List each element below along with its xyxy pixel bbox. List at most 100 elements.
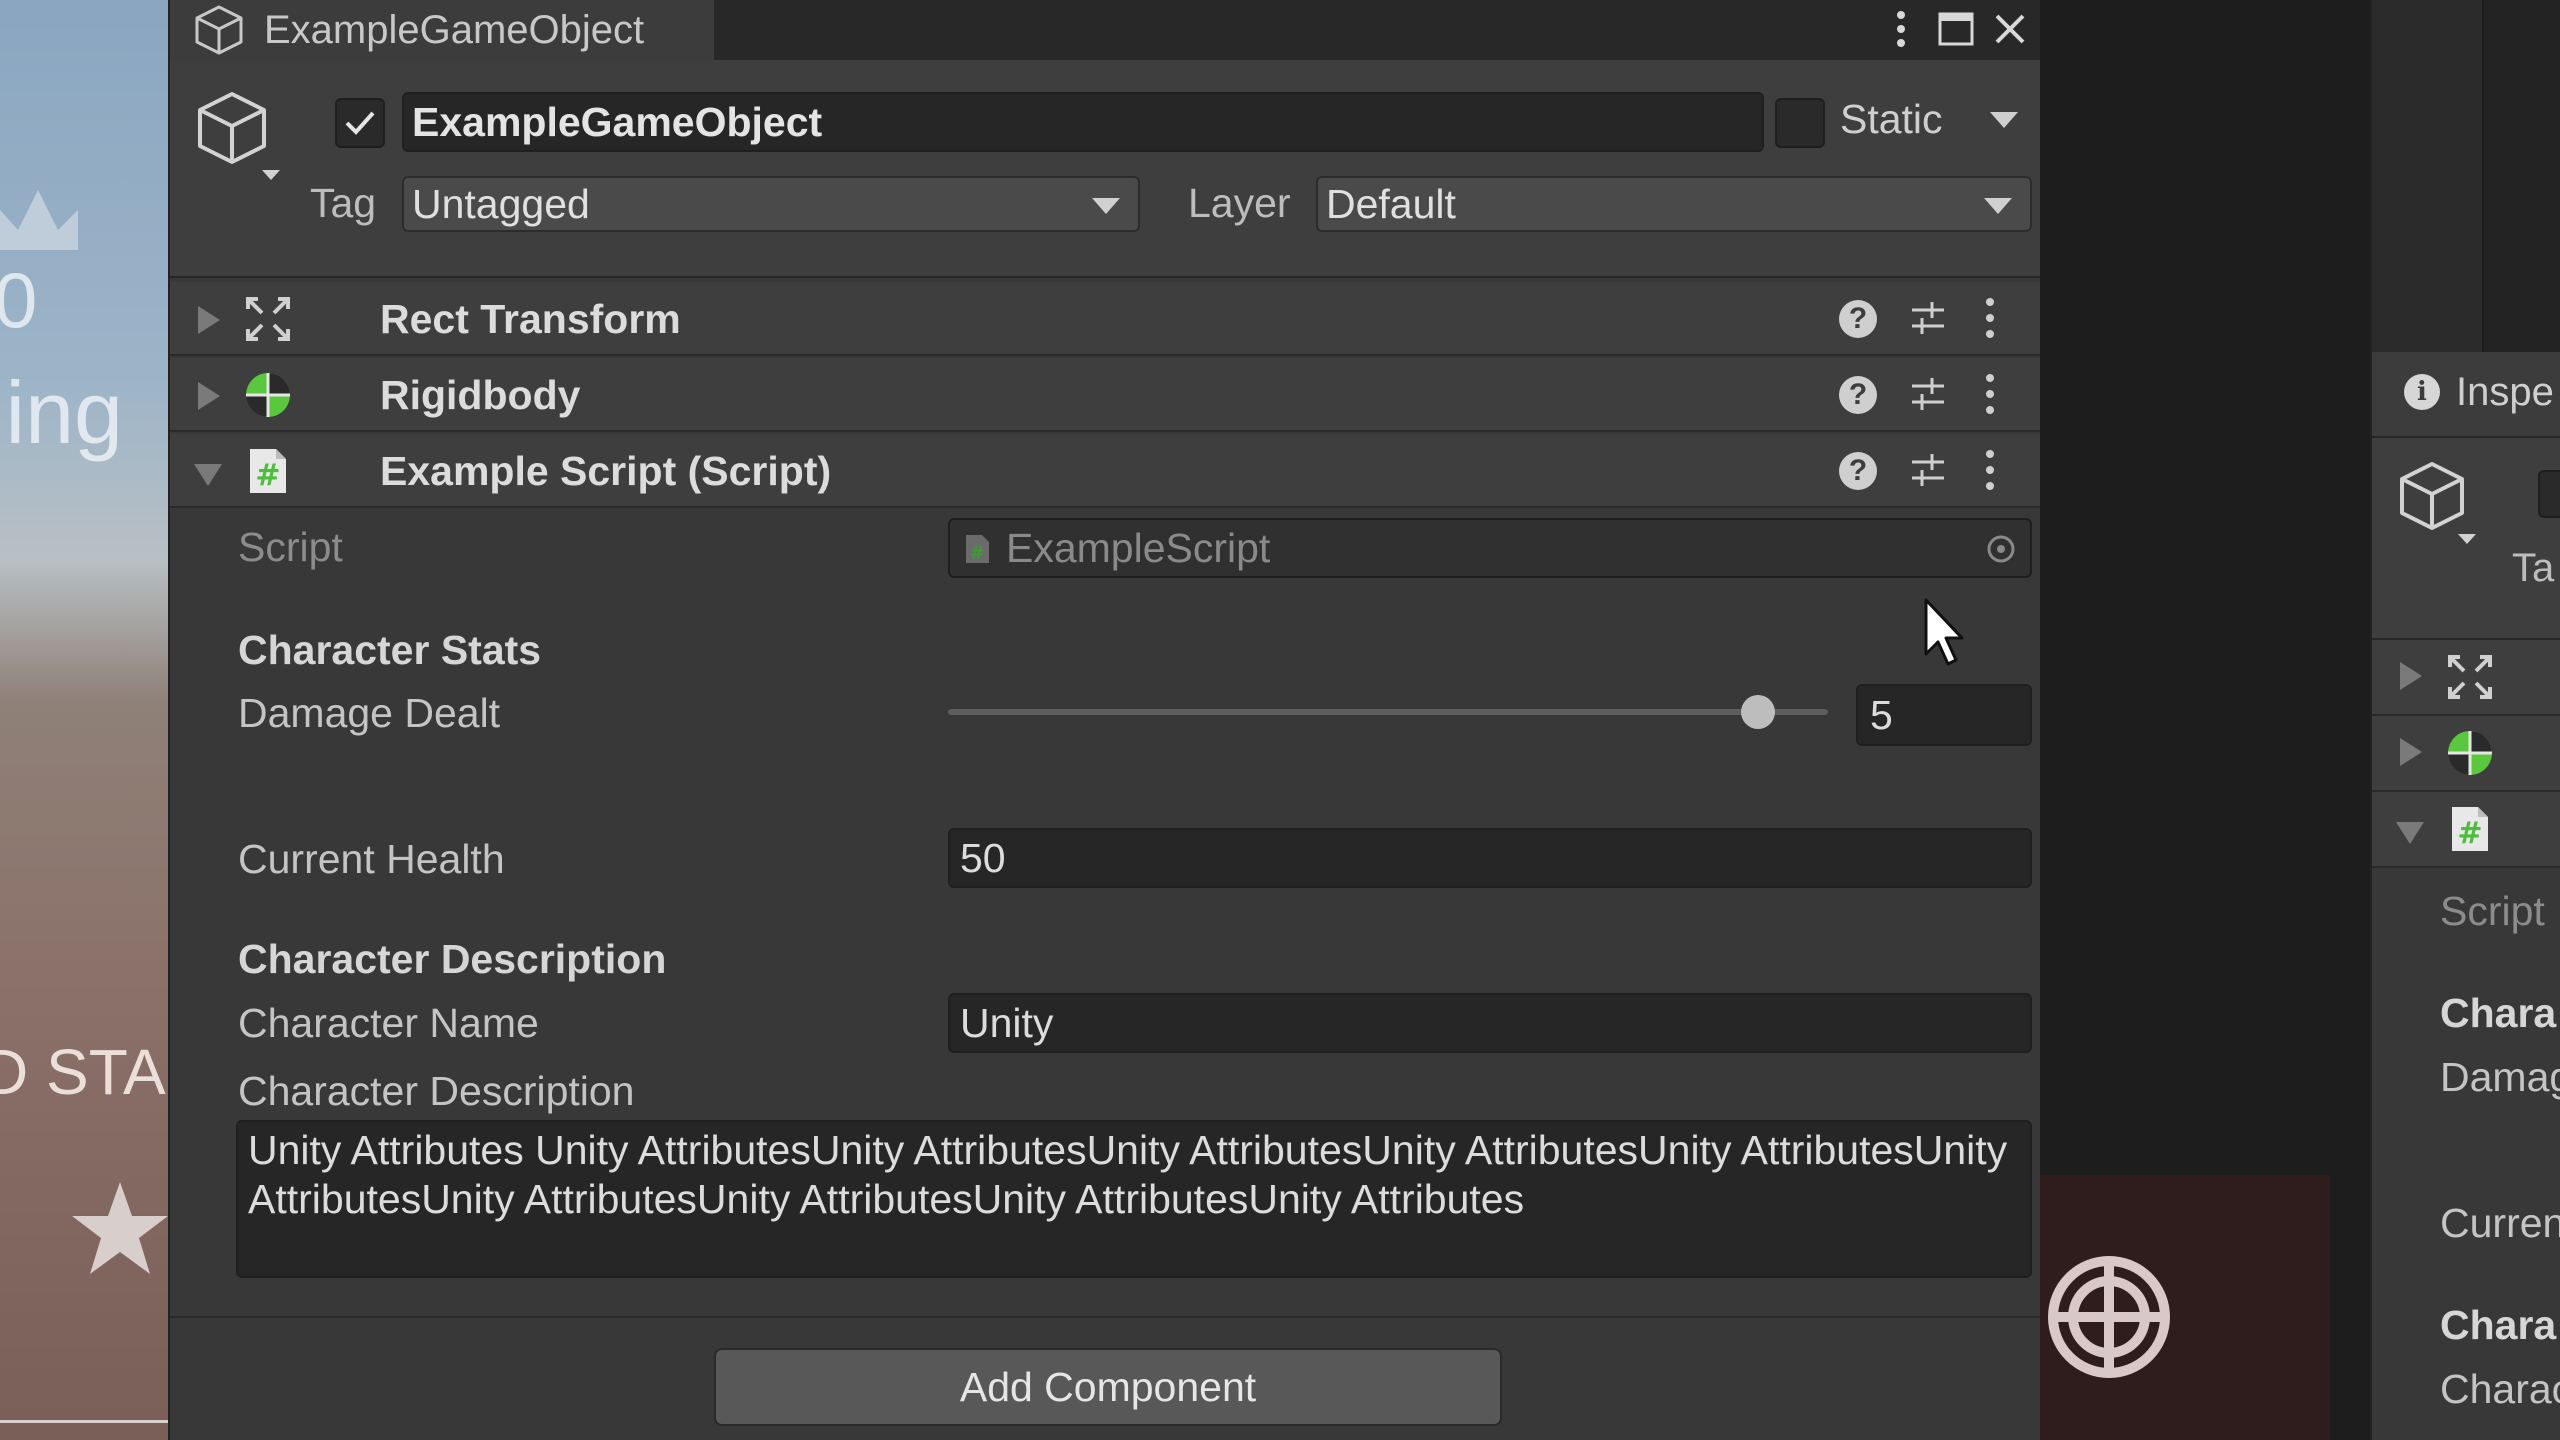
component-example-script[interactable]: # Example Script (Script) ? (170, 434, 2042, 508)
character-name-label: Character Name (238, 1000, 539, 1046)
damage-slider-thumb[interactable] (1740, 695, 1775, 729)
component-example-script-2[interactable]: # (2372, 792, 2560, 868)
tab-inspector[interactable]: ExampleGameObject (170, 0, 714, 60)
damage-slider-track[interactable] (948, 709, 1828, 715)
info-icon: i (2404, 374, 2440, 410)
scene-view-area (2040, 0, 2370, 1440)
chevron-down-icon (1092, 198, 1120, 214)
gameobject-header-2: Ta (2372, 438, 2560, 640)
svg-text:#: # (2457, 816, 2482, 851)
component-rect-transform[interactable]: Rect Transform ? (170, 282, 2042, 356)
tab-inspector-2[interactable]: i Inspe (2372, 352, 2560, 438)
crosshair-gizmo-icon (2048, 1256, 2170, 1378)
second-top-area (2372, 0, 2560, 352)
rect-transform-icon (2448, 655, 2492, 699)
game-text-sta: D STA (0, 1036, 166, 1108)
presets-icon[interactable] (1908, 298, 1948, 338)
character-description-label: Character Description (238, 1068, 635, 1114)
foldout-arrow-icon[interactable] (2400, 738, 2422, 766)
gameobject-icon[interactable] (2394, 458, 2478, 550)
game-text-zero: 0 (0, 256, 38, 344)
object-picker-icon[interactable] (1986, 534, 2016, 564)
section-character-description: Character Description (238, 936, 667, 982)
script-label-2: Script (2440, 888, 2545, 934)
tab-title: ExampleGameObject (264, 7, 645, 52)
layer-label: Layer (1188, 180, 1291, 226)
inspector-window: ExampleGameObject ExampleGameObject Stat… (168, 0, 2042, 1440)
damage-dealt-field[interactable]: 5 (1856, 684, 2032, 746)
help-icon[interactable]: ? (1839, 376, 1877, 414)
game-view-line (0, 1420, 168, 1423)
layer-dropdown[interactable]: Default (1316, 176, 2032, 232)
health-label-2: Curren (2440, 1200, 2560, 1246)
damage-label-2: Damag (2440, 1054, 2560, 1100)
gameobject-cube-icon (195, 5, 243, 55)
tag-label: Tag (310, 180, 377, 226)
component-rect-transform-2[interactable] (2372, 640, 2560, 716)
mouse-cursor-icon (1924, 598, 1964, 666)
script-label: Script (238, 524, 343, 570)
foldout-arrow-icon[interactable] (194, 464, 222, 486)
current-health-field[interactable]: 50 (948, 828, 2032, 888)
gameobject-name-field[interactable]: ExampleGameObject (402, 92, 1764, 152)
name-label-2: Charac (2440, 1366, 2560, 1412)
maximize-icon[interactable] (1934, 6, 1978, 52)
presets-icon[interactable] (1908, 374, 1948, 414)
game-view: 0 ling D STA (0, 0, 168, 1440)
foldout-arrow-icon[interactable] (2396, 822, 2424, 844)
svg-text:#: # (255, 458, 280, 493)
component-menu-icon[interactable] (1980, 296, 2000, 340)
close-icon[interactable] (1988, 6, 2032, 52)
static-checkbox[interactable] (1775, 98, 1825, 148)
more-icon[interactable] (1886, 6, 1916, 52)
current-health-label: Current Health (238, 836, 505, 882)
active-toggle-2[interactable] (2538, 470, 2560, 518)
foldout-arrow-icon[interactable] (2400, 662, 2422, 690)
foldout-arrow-icon[interactable] (198, 306, 220, 334)
rigidbody-icon (2448, 731, 2492, 775)
active-toggle[interactable] (335, 98, 385, 148)
svg-text:#: # (969, 543, 984, 564)
component-rigidbody-2[interactable] (2372, 716, 2560, 792)
help-icon[interactable]: ? (1839, 300, 1877, 338)
script-icon: # (250, 449, 286, 493)
component-menu-icon[interactable] (1980, 372, 2000, 416)
section2-partial-2: Chara (2440, 1302, 2557, 1348)
script-reference-field[interactable]: # ExampleScript (948, 518, 2032, 578)
gameobject-icon[interactable] (192, 88, 282, 188)
component-menu-icon[interactable] (1980, 448, 2000, 492)
static-dropdown-arrow-icon[interactable] (1990, 112, 2018, 128)
tag-label-2: Ta (2512, 546, 2555, 590)
layer-value: Default (1326, 181, 1456, 227)
divider (170, 1316, 2042, 1318)
second-inspector-window: i Inspe Ta # Script Chara Damag Curren C… (2370, 0, 2560, 1440)
script-reference-value: ExampleScript (1006, 525, 1271, 571)
component-title: Rigidbody (380, 372, 581, 418)
component-title: Example Script (Script) (380, 448, 832, 494)
component-rigidbody[interactable]: Rigidbody ? (170, 358, 2042, 432)
rect-transform-icon (246, 297, 290, 341)
rigidbody-icon (246, 373, 290, 417)
presets-icon[interactable] (1908, 450, 1948, 490)
character-name-field[interactable]: Unity (948, 993, 2032, 1053)
star-icon (72, 1182, 168, 1274)
add-component-button[interactable]: Add Component (714, 1348, 1502, 1426)
chevron-down-icon (1984, 198, 2012, 214)
tab-bar: ExampleGameObject (170, 0, 2042, 60)
script-icon: # (2452, 807, 2488, 851)
game-text-ling: ling (0, 363, 123, 462)
foldout-arrow-icon[interactable] (198, 382, 220, 410)
damage-dealt-label: Damage Dealt (238, 690, 501, 736)
tab-title-2: Inspe (2456, 370, 2554, 414)
character-description-textarea[interactable]: Unity Attributes Unity AttributesUnity A… (236, 1120, 2032, 1278)
static-label: Static (1840, 96, 1943, 142)
section-character-stats: Character Stats (238, 627, 542, 673)
tag-value: Untagged (412, 181, 590, 227)
script-file-icon: # (966, 535, 989, 564)
second-top-panel (2372, 0, 2484, 352)
crown-icon (0, 190, 78, 250)
help-icon[interactable]: ? (1839, 452, 1877, 490)
gameobject-header: ExampleGameObject Static Tag Untagged La… (170, 60, 2042, 278)
tag-dropdown[interactable]: Untagged (402, 176, 1140, 232)
component-title: Rect Transform (380, 296, 681, 342)
